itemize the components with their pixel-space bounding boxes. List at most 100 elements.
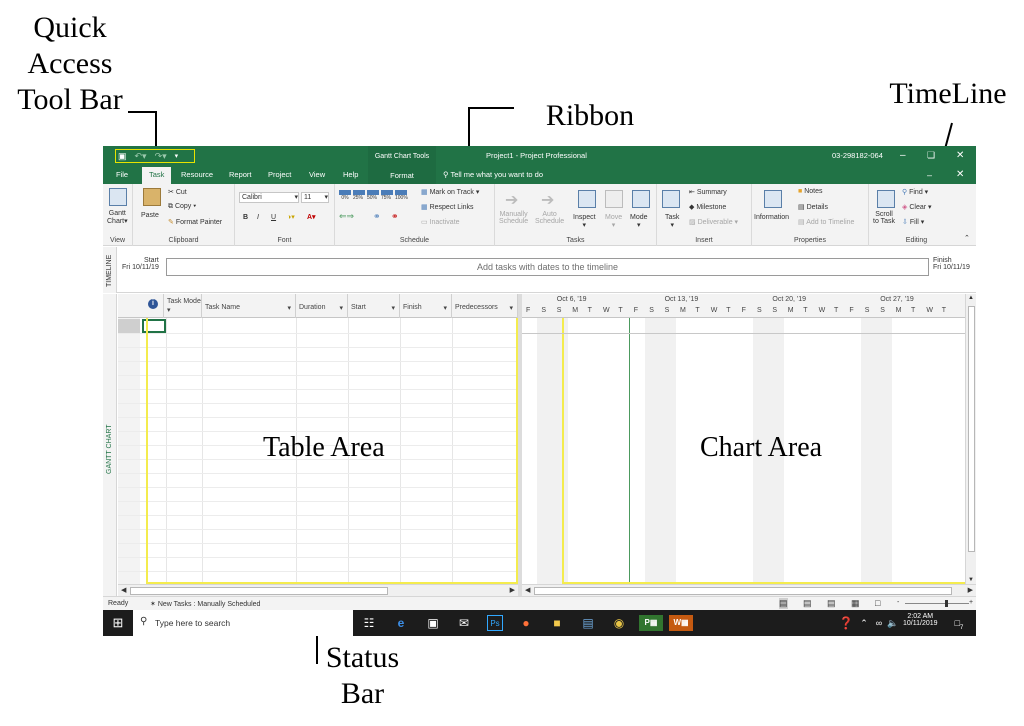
close-icon[interactable]: ✕ <box>956 150 964 161</box>
scroll-left-icon[interactable]: ◀ <box>525 586 530 594</box>
photoshop-icon[interactable]: Ps <box>487 615 503 631</box>
pct-25-button[interactable]: 25% <box>353 190 365 201</box>
minimize-icon[interactable]: – <box>900 150 906 161</box>
customize-qat-icon[interactable]: ▾ <box>175 152 179 160</box>
table-row[interactable] <box>118 557 518 558</box>
vertical-scrollbar[interactable]: ▲ ▼ <box>965 294 976 584</box>
save-icon[interactable]: ▣ <box>118 151 127 162</box>
col-duration[interactable]: Duration ▾ <box>296 294 348 318</box>
help-icon[interactable]: ❓ <box>838 615 854 631</box>
task-view-icon[interactable]: ☷ <box>361 615 377 631</box>
vertical-scroll-thumb[interactable] <box>968 306 975 552</box>
redo-icon[interactable]: ↷▾ <box>155 151 167 162</box>
format-painter-button[interactable]: ✎ Format Painter <box>168 218 222 226</box>
col-finish[interactable]: Finish ▾ <box>400 294 452 318</box>
edge-icon[interactable]: e <box>393 615 409 631</box>
undo-icon[interactable]: ↶▾ <box>135 151 147 162</box>
scroll-right-icon[interactable]: ▶ <box>510 586 515 594</box>
gantt-chart-button[interactable]: Gantt Chart▾ <box>107 210 128 225</box>
table-row[interactable] <box>118 389 518 390</box>
deliverable-button[interactable]: ▨ Deliverable ▾ <box>689 218 738 226</box>
tab-project[interactable]: Project <box>268 170 291 179</box>
taskbar-clock[interactable]: 2:02 AM 10/11/2019 <box>903 613 938 627</box>
info-column-header[interactable]: i <box>118 294 164 318</box>
volume-icon[interactable]: 🔈 <box>885 615 901 631</box>
table-row[interactable] <box>118 529 518 530</box>
milestone-button[interactable]: ◆ Milestone <box>689 203 726 211</box>
restore-icon[interactable]: ❏ <box>927 150 935 161</box>
outdent-icon[interactable]: ⇐⇒ <box>339 211 354 222</box>
highlight-color-icon[interactable]: ◑▾ <box>287 213 295 221</box>
table-row[interactable] <box>118 347 518 348</box>
chrome-icon[interactable]: ◉ <box>611 615 627 631</box>
table-horizontal-scrollbar[interactable]: ◀ ▶ <box>118 584 518 596</box>
summary-button[interactable]: ⇤ Summary <box>689 188 727 196</box>
find-button[interactable]: ⚲ Find ▾ <box>902 188 928 196</box>
selected-row-header[interactable] <box>118 319 140 333</box>
details-button[interactable]: ▤ Details <box>798 203 828 211</box>
link-tasks-icon[interactable]: ⚭ <box>373 211 381 222</box>
tab-format[interactable]: Format <box>368 166 436 184</box>
underline-button[interactable]: U <box>271 214 276 221</box>
unlink-tasks-icon[interactable]: ⚭ <box>391 211 399 222</box>
scroll-left-icon[interactable]: ◀ <box>121 586 126 594</box>
zoom-in-button[interactable]: + <box>969 599 973 606</box>
table-row[interactable] <box>118 417 518 418</box>
font-size-select[interactable]: 11 ▾ <box>301 192 329 203</box>
scroll-up-icon[interactable]: ▲ <box>968 295 974 301</box>
collapse-ribbon-icon[interactable]: ⌃ <box>964 234 970 242</box>
windows-start-icon[interactable]: ⊞ <box>110 615 126 631</box>
table-row[interactable] <box>118 361 518 362</box>
table-row[interactable] <box>118 375 518 376</box>
chart-horizontal-scrollbar[interactable]: ◀ ▶ <box>522 584 976 596</box>
account-id[interactable]: 03-298182-064 <box>832 151 883 160</box>
bold-button[interactable]: B <box>243 214 248 221</box>
notes-app-icon[interactable]: ▤ <box>580 615 596 631</box>
tray-chevron-icon[interactable]: ⌃ <box>856 615 872 631</box>
font-name-select[interactable]: Calibri ▾ <box>239 192 299 203</box>
table-row[interactable] <box>118 333 518 334</box>
tab-task[interactable]: Task <box>142 167 172 184</box>
table-row[interactable] <box>118 543 518 544</box>
notification-icon[interactable]: □7 <box>951 615 967 631</box>
notes-button[interactable]: ■ Notes <box>798 188 822 195</box>
information-button[interactable]: Information <box>754 214 789 221</box>
pct-75-button[interactable]: 75% <box>381 190 393 201</box>
fill-button[interactable]: ⇩ Fill ▾ <box>902 218 924 226</box>
firefox-icon[interactable]: ● <box>518 615 534 631</box>
project-app-icon[interactable]: P▦ <box>639 615 663 631</box>
respect-links-button[interactable]: ▦ Respect Links <box>421 203 474 211</box>
scroll-right-icon[interactable]: ▶ <box>968 586 973 594</box>
gantt-view-icon[interactable]: ▤ <box>779 598 788 609</box>
ribbon-minimize-icon[interactable]: – <box>927 170 932 180</box>
taskbar-search-box[interactable]: ⚲ Type here to search <box>133 610 353 636</box>
italic-button[interactable]: I <box>257 214 259 221</box>
pct-100-button[interactable]: 100% <box>395 190 408 201</box>
font-color-icon[interactable]: A▾ <box>307 213 316 221</box>
add-to-timeline-button[interactable]: ▤ Add to Timeline <box>798 218 854 226</box>
mail-icon[interactable]: ✉ <box>456 615 472 631</box>
report-icon[interactable]: □ <box>875 598 880 608</box>
insert-task-button[interactable]: Task ▾ <box>665 214 679 229</box>
paste-button[interactable]: Paste <box>141 212 159 219</box>
copy-button[interactable]: ⧉ Copy ▾ <box>168 203 196 211</box>
table-row[interactable] <box>118 403 518 404</box>
move-button[interactable]: Move ▾ <box>605 214 622 229</box>
store-icon[interactable]: ▣ <box>425 615 441 631</box>
gantt-side-tab[interactable]: GANTT CHART <box>103 294 117 596</box>
zoom-slider[interactable] <box>905 603 969 604</box>
table-scroll-thumb[interactable] <box>130 587 388 595</box>
task-usage-icon[interactable]: ▤ <box>803 598 812 609</box>
scroll-down-icon[interactable]: ▼ <box>968 577 974 583</box>
clear-button[interactable]: ◈ Clear ▾ <box>902 203 932 211</box>
manually-schedule-button[interactable]: Manually Schedule <box>499 211 528 225</box>
tab-report[interactable]: Report <box>229 170 252 179</box>
tab-view[interactable]: View <box>309 170 325 179</box>
zoom-slider-thumb[interactable] <box>945 600 948 607</box>
chart-scroll-thumb[interactable] <box>534 587 952 595</box>
cut-button[interactable]: ✂ Cut <box>168 188 187 196</box>
col-predecessors[interactable]: Predecessors ▾ <box>452 294 518 318</box>
col-task-mode[interactable]: Task Mode ▾ <box>164 294 202 318</box>
ribbon-close-icon[interactable]: ✕ <box>956 169 964 180</box>
table-row[interactable] <box>118 473 518 474</box>
